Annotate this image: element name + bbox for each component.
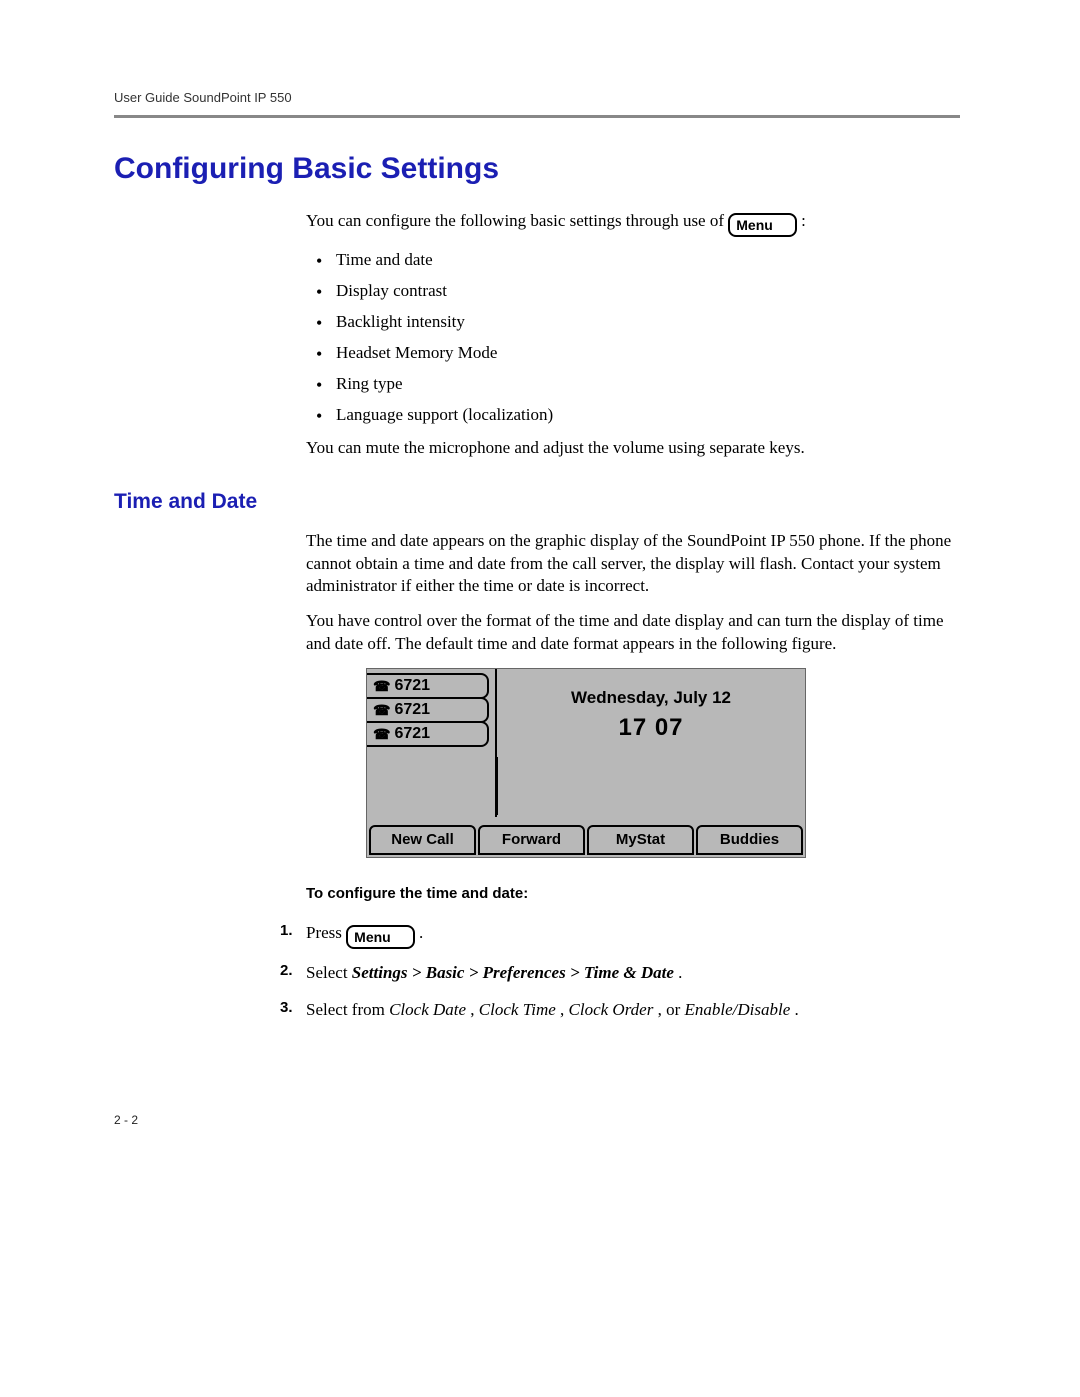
line-key-label: 6721 (394, 723, 430, 745)
time-date-para1: The time and date appears on the graphic… (306, 530, 960, 599)
menu-key-icon: Menu (346, 925, 415, 949)
list-item: Time and date (306, 249, 960, 272)
step-text: . (419, 923, 423, 942)
step-text: . (678, 963, 682, 982)
list-item: Headset Memory Mode (306, 342, 960, 365)
line-key: ☎ 6721 (367, 721, 489, 747)
subsection-body: The time and date appears on the graphic… (306, 530, 960, 1023)
softkey-forward: Forward (478, 825, 585, 855)
settings-bullet-list: Time and date Display contrast Backlight… (306, 249, 960, 427)
section-title: Configuring Basic Settings (114, 152, 960, 186)
step-text: Select from (306, 1000, 389, 1019)
line-keys-column: ☎ 6721 ☎ 6721 ☎ 6721 (367, 669, 497, 817)
page: User Guide SoundPoint IP 550 Configuring… (0, 0, 1080, 1187)
menu-path: Settings > Basic > Preferences > Time & … (352, 963, 674, 982)
option: Clock Date (389, 1000, 466, 1019)
line-key: ☎ 6721 (367, 697, 489, 723)
line-key-label: 6721 (394, 699, 430, 721)
phone-icon: ☎ (373, 703, 390, 717)
line-key: ☎ 6721 (367, 673, 489, 699)
step-text: Press (306, 923, 346, 942)
step: Press Menu . (280, 919, 960, 949)
softkey-new-call: New Call (369, 825, 476, 855)
list-item: Backlight intensity (306, 311, 960, 334)
step-text: . (795, 1000, 799, 1019)
lcd-main-area: Wednesday, July 12 17 07 (497, 669, 805, 817)
divider-line (496, 757, 498, 815)
after-bullets: You can mute the microphone and adjust t… (306, 437, 960, 460)
procedure-heading: To configure the time and date: (306, 884, 960, 904)
softkey-row: New Call Forward MyStat Buddies (367, 825, 805, 857)
running-head: User Guide SoundPoint IP 550 (114, 90, 960, 105)
section-body: You can configure the following basic se… (306, 210, 960, 460)
menu-key-icon: Menu (728, 213, 797, 237)
list-item: Display contrast (306, 280, 960, 303)
list-item: Ring type (306, 373, 960, 396)
subsection-title: Time and Date (114, 490, 960, 514)
lcd-time: 17 07 (497, 712, 805, 744)
softkey-mystat: MyStat (587, 825, 694, 855)
step-text: , (470, 1000, 479, 1019)
step-text: Select (306, 963, 352, 982)
step-text: , or (658, 1000, 685, 1019)
option: Clock Order (569, 1000, 654, 1019)
line-key-label: 6721 (394, 675, 430, 697)
intro-prefix: You can configure the following basic se… (306, 211, 728, 230)
lcd-date: Wednesday, July 12 (497, 687, 805, 710)
intro-line: You can configure the following basic se… (306, 210, 960, 237)
time-date-para2: You have control over the format of the … (306, 610, 960, 656)
lcd-screen: ☎ 6721 ☎ 6721 ☎ 6721 Wednesday, (366, 668, 806, 858)
option: Clock Time (479, 1000, 556, 1019)
list-item: Language support (localization) (306, 404, 960, 427)
header-rule (114, 115, 960, 118)
option: Enable/Disable (685, 1000, 791, 1019)
intro-suffix: : (801, 211, 806, 230)
step: Select Settings > Basic > Preferences > … (280, 959, 960, 986)
lcd-figure: ☎ 6721 ☎ 6721 ☎ 6721 Wednesday, (366, 668, 806, 858)
step-text: , (560, 1000, 569, 1019)
page-number: 2 - 2 (114, 1113, 960, 1127)
phone-icon: ☎ (373, 727, 390, 741)
step: Select from Clock Date , Clock Time , Cl… (280, 996, 960, 1023)
phone-icon: ☎ (373, 679, 390, 693)
procedure-steps: Press Menu . Select Settings > Basic > P… (280, 919, 960, 1023)
softkey-buddies: Buddies (696, 825, 803, 855)
